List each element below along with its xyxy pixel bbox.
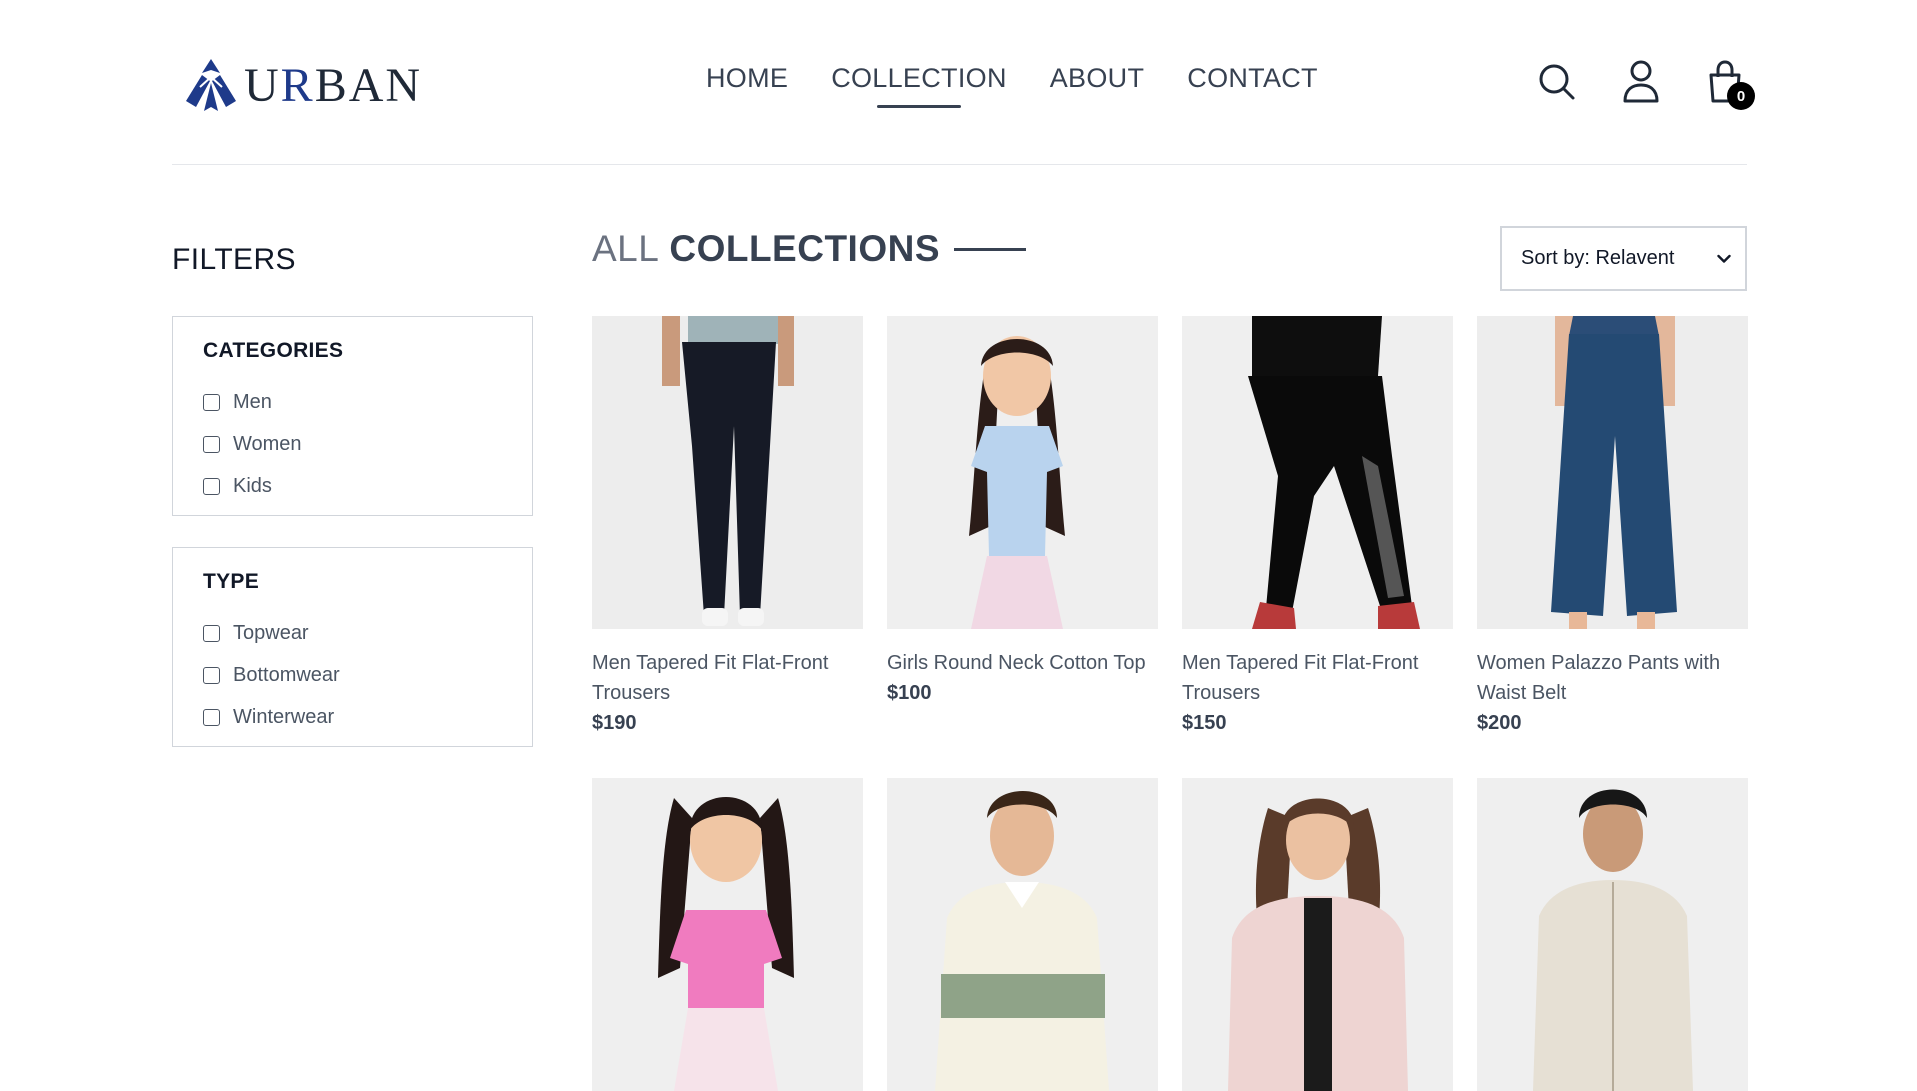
nav-collection[interactable]: COLLECTION	[831, 58, 1007, 98]
filter-option-label: Kids	[233, 474, 272, 497]
filter-option-label: Women	[233, 432, 302, 455]
product-price: $100	[887, 682, 932, 704]
product-card[interactable]	[1477, 778, 1748, 1091]
filter-option-label: Winterwear	[233, 705, 335, 728]
product-image	[1182, 316, 1453, 629]
product-name: Girls Round Neck Cotton Top	[887, 652, 1146, 674]
filter-option-bottomwear[interactable]: Bottomwear	[203, 654, 502, 696]
logo-text: URBAN	[244, 59, 423, 112]
checkbox[interactable]	[203, 666, 220, 684]
brand-logo[interactable]: URBAN	[180, 56, 422, 116]
sort-select[interactable]: Sort by: Relavent	[1500, 226, 1747, 291]
search-icon	[1539, 64, 1575, 100]
checkbox[interactable]	[203, 435, 220, 453]
cart-button[interactable]: 0	[1703, 58, 1755, 110]
product-card[interactable]: Girls Round Neck Cotton Top $100	[887, 316, 1158, 778]
checkbox[interactable]	[203, 708, 220, 726]
filter-option-label: Men	[233, 390, 272, 413]
filter-option-men[interactable]: Men	[203, 381, 502, 423]
product-name: Men Tapered Fit Flat-Front Trousers	[1182, 652, 1419, 704]
product-price: $190	[592, 712, 637, 734]
product-price: $200	[1477, 712, 1522, 734]
filter-option-label: Bottomwear	[233, 663, 340, 686]
product-image	[592, 778, 863, 1091]
collections-title: ALL COLLECTIONS	[592, 228, 1027, 270]
product-card[interactable]	[1182, 778, 1453, 1091]
categories-filter: CATEGORIES Men Women Kids	[172, 316, 533, 516]
filter-option-topwear[interactable]: Topwear	[203, 612, 502, 654]
product-card[interactable]: Men Tapered Fit Flat-Front Trousers $190	[592, 316, 863, 778]
user-icon	[1623, 60, 1659, 103]
checkbox[interactable]	[203, 624, 220, 642]
sort-label: Sort by: Relavent	[1521, 247, 1675, 269]
header-actions: 0	[1535, 58, 1755, 110]
account-button[interactable]	[1619, 58, 1663, 106]
checkbox[interactable]	[203, 477, 220, 495]
product-image	[887, 778, 1158, 1091]
product-price: $150	[1182, 712, 1227, 734]
title-bold: COLLECTIONS	[669, 228, 941, 269]
product-image	[592, 316, 863, 629]
title-light: ALL	[592, 228, 660, 269]
nav-home[interactable]: HOME	[706, 58, 788, 98]
filter-option-winterwear[interactable]: Winterwear	[203, 696, 502, 738]
checkbox[interactable]	[203, 393, 220, 411]
product-card[interactable]	[592, 778, 863, 1091]
nav-contact[interactable]: CONTACT	[1187, 58, 1318, 98]
type-heading: TYPE	[203, 570, 260, 593]
filter-option-kids[interactable]: Kids	[203, 465, 502, 507]
categories-heading: CATEGORIES	[203, 339, 344, 362]
product-image	[1477, 316, 1748, 629]
chevron-down-icon	[1717, 254, 1731, 263]
type-filter: TYPE Topwear Bottomwear Winterwear	[172, 547, 533, 747]
product-card[interactable]: Men Tapered Fit Flat-Front Trousers $150	[1182, 316, 1453, 778]
filters-title: FILTERS	[172, 243, 296, 276]
product-image	[1182, 778, 1453, 1091]
site-header: URBAN HOME COLLECTION ABOUT CONTACT 0	[172, 0, 1755, 165]
product-card[interactable]: Women Palazzo Pants with Waist Belt $200	[1477, 316, 1748, 778]
logo-mark-icon	[186, 59, 236, 111]
filter-option-label: Topwear	[233, 621, 309, 644]
product-name: Women Palazzo Pants with Waist Belt	[1477, 652, 1721, 704]
title-divider	[954, 247, 1027, 251]
nav-about[interactable]: ABOUT	[1050, 58, 1145, 98]
product-image	[887, 316, 1158, 629]
cart-count-badge: 0	[1727, 82, 1755, 110]
product-image	[1477, 778, 1748, 1091]
product-grid: Men Tapered Fit Flat-Front Trousers $190…	[592, 316, 1748, 1091]
main-nav: HOME COLLECTION ABOUT CONTACT	[706, 58, 1318, 98]
filter-option-women[interactable]: Women	[203, 423, 502, 465]
product-card[interactable]	[887, 778, 1158, 1091]
product-name: Men Tapered Fit Flat-Front Trousers	[592, 652, 829, 704]
search-button[interactable]	[1535, 58, 1579, 106]
